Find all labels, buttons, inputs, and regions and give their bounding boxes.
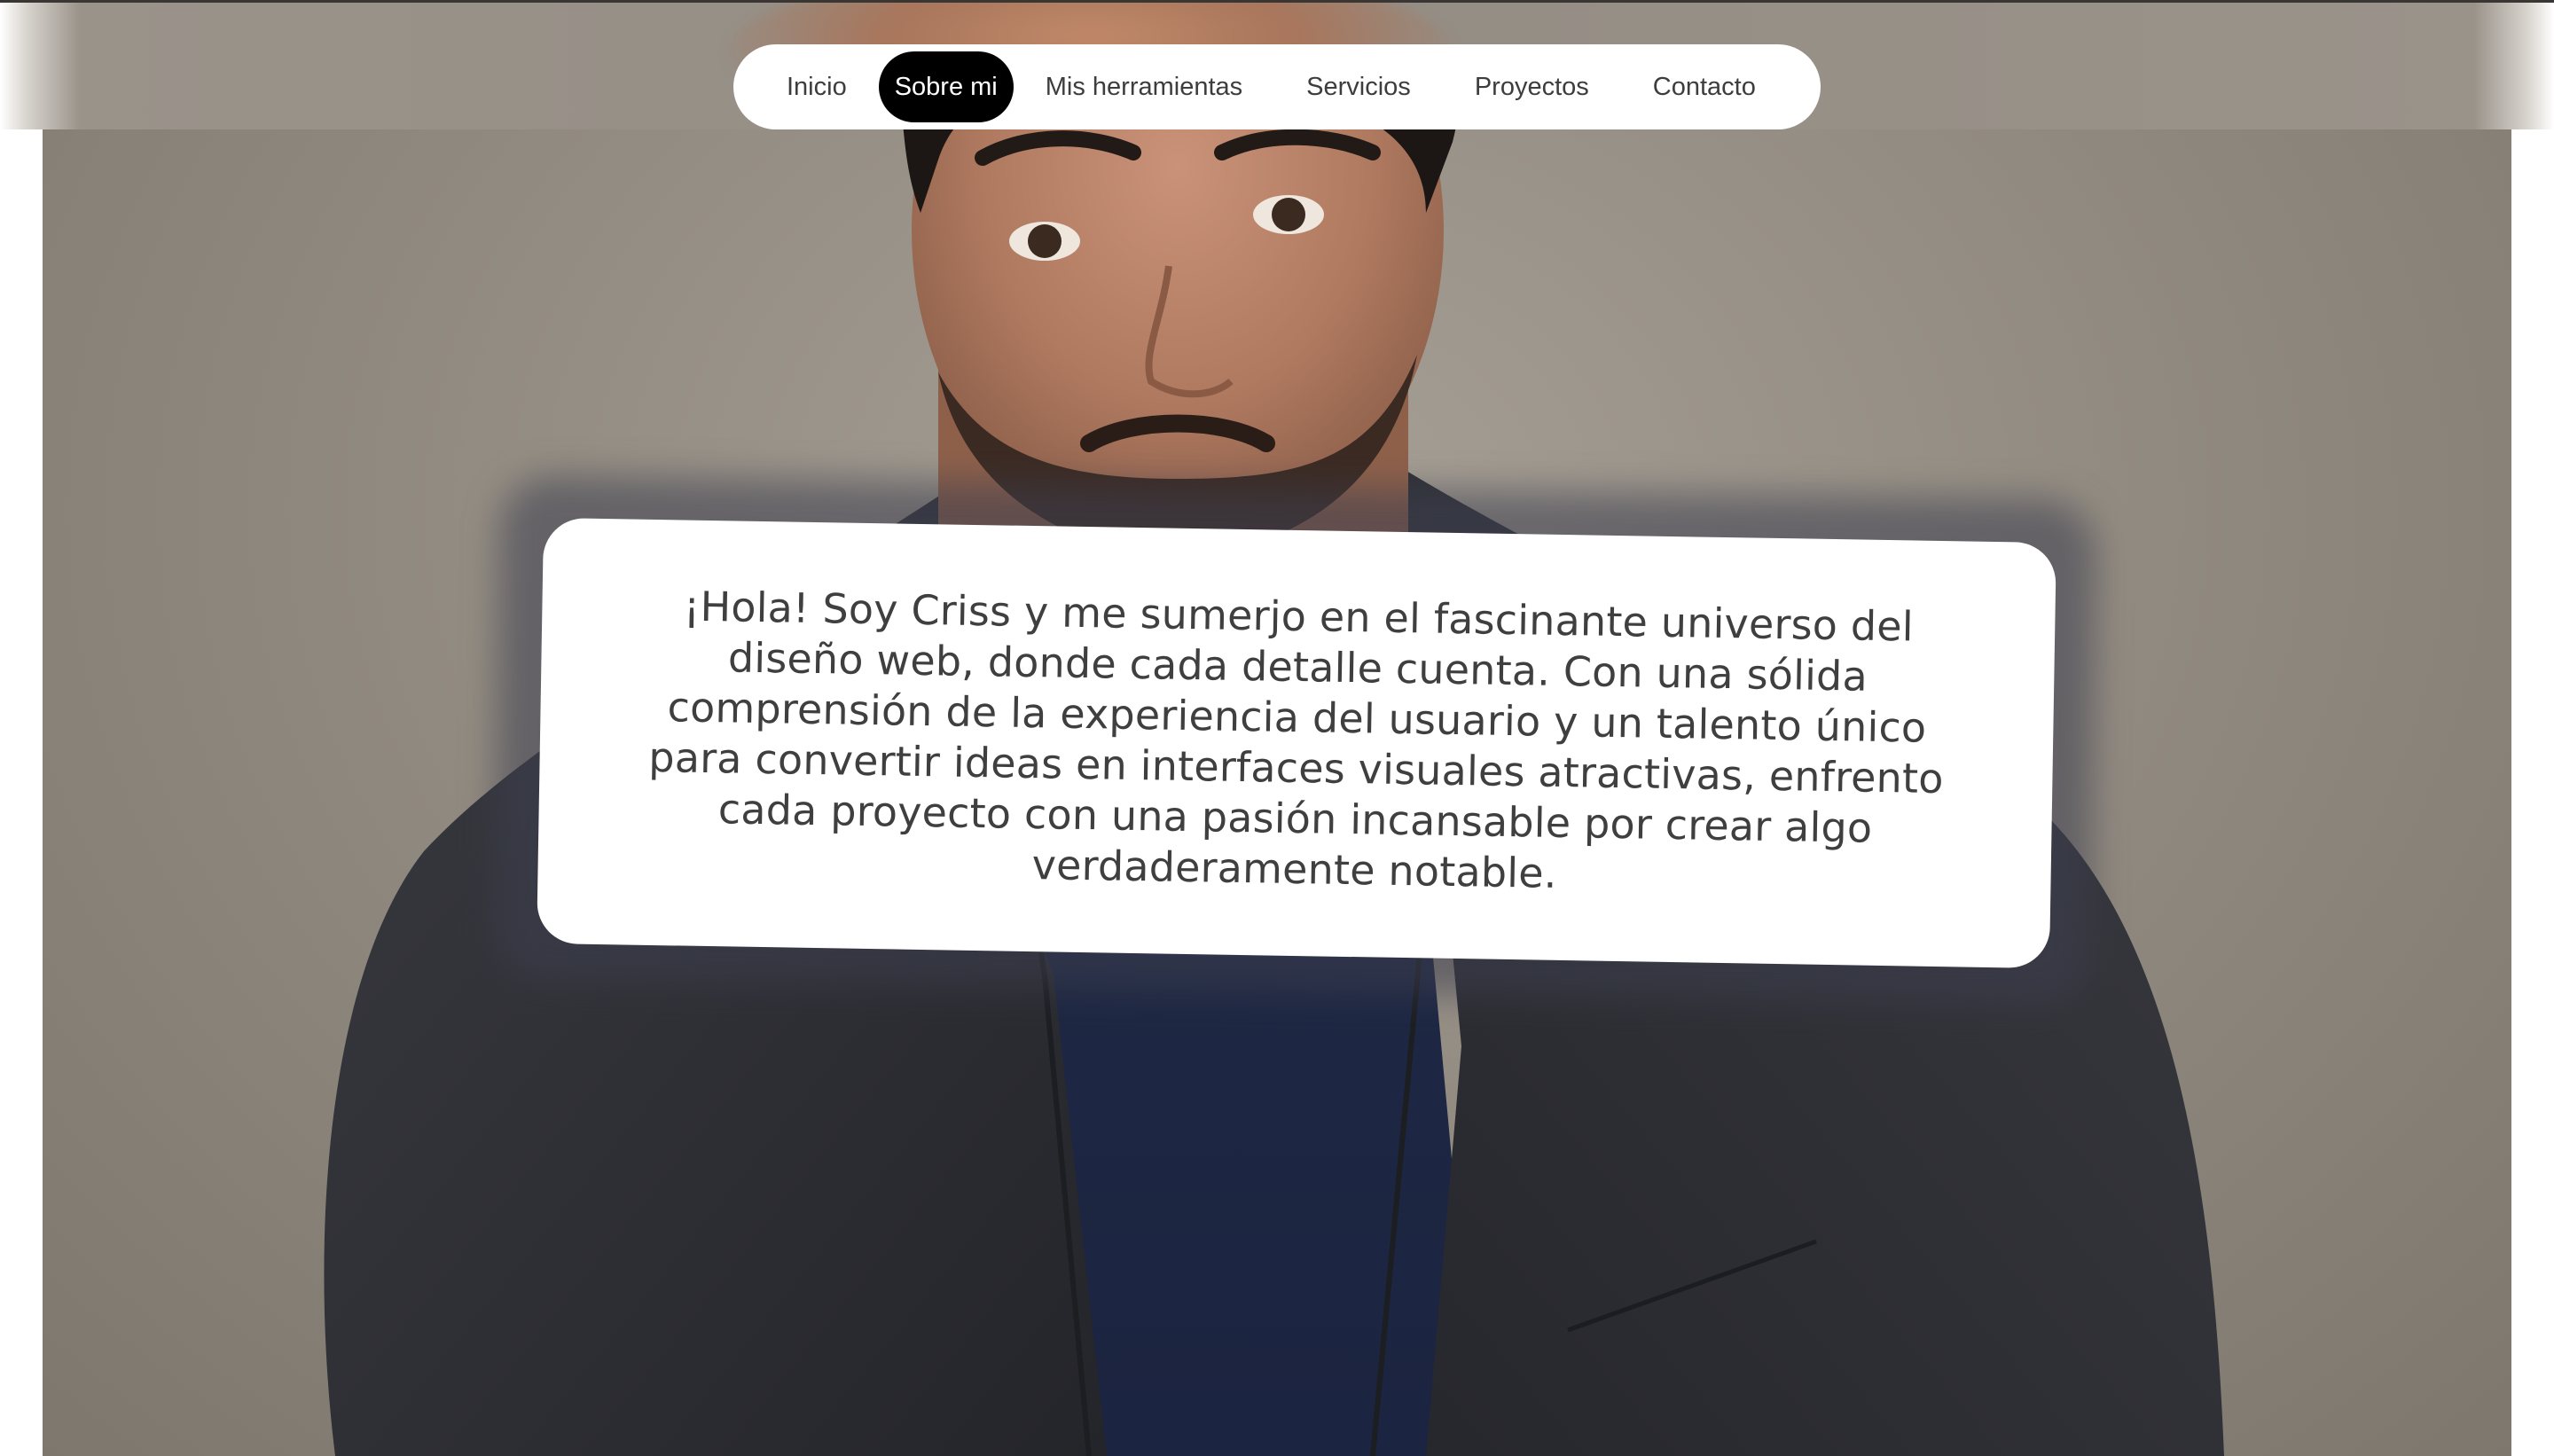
nav-item-proyectos[interactable]: Proyectos (1443, 51, 1621, 122)
top-divider (0, 0, 2554, 3)
nav-item-mis-herramientas[interactable]: Mis herramientas (1014, 51, 1274, 122)
about-bio-text: ¡Hola! Soy Criss y me sumerjo en el fasc… (647, 582, 1945, 897)
about-card: ¡Hola! Soy Criss y me sumerjo en el fasc… (537, 517, 2057, 969)
nav-item-inicio[interactable]: Inicio (755, 51, 879, 122)
main-nav: Inicio Sobre mi Mis herramientas Servici… (733, 44, 1821, 129)
page: Inicio Sobre mi Mis herramientas Servici… (0, 0, 2554, 1456)
nav-item-servicios[interactable]: Servicios (1274, 51, 1443, 122)
nav-item-contacto[interactable]: Contacto (1621, 51, 1788, 122)
nav-item-sobre-mi[interactable]: Sobre mi (878, 51, 1014, 122)
